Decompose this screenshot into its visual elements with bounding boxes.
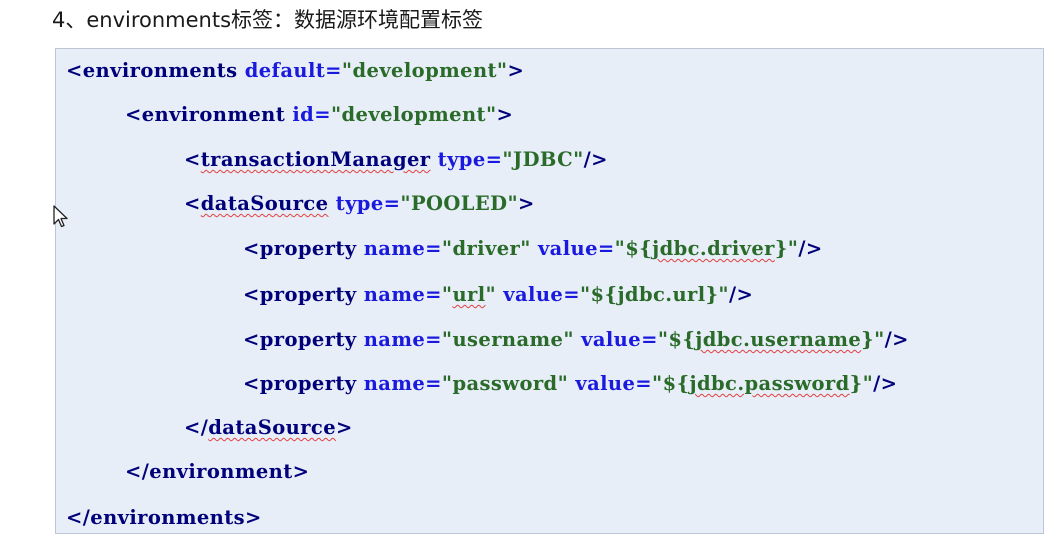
code-line-property-password: <property name="password" value="${jdbc.…	[243, 372, 898, 395]
code-line-datasource-open: <dataSource type="POOLED">	[184, 192, 535, 215]
code-block: <environments default="development"> <en…	[55, 48, 1044, 534]
code-line-environment-close: </environment>	[125, 460, 310, 483]
code-line-environments-close: </environments>	[66, 506, 262, 529]
mouse-cursor-icon	[53, 205, 68, 228]
code-line-environment-open: <environment id="development">	[125, 103, 514, 126]
code-line-datasource-close: </dataSource>	[184, 416, 353, 439]
section-heading: 4、environments标签：数据源环境配置标签	[52, 8, 484, 32]
code-line-property-username: <property name="username" value="${jdbc.…	[243, 328, 909, 351]
code-line-environments-open: <environments default="development">	[66, 59, 525, 82]
code-line-property-url: <property name="url" value="${jdbc.url}"…	[243, 283, 754, 306]
code-line-property-driver: <property name="driver" value="${jdbc.dr…	[243, 237, 823, 260]
code-line-transaction-manager: <transactionManager type="JDBC"/>	[184, 148, 608, 171]
